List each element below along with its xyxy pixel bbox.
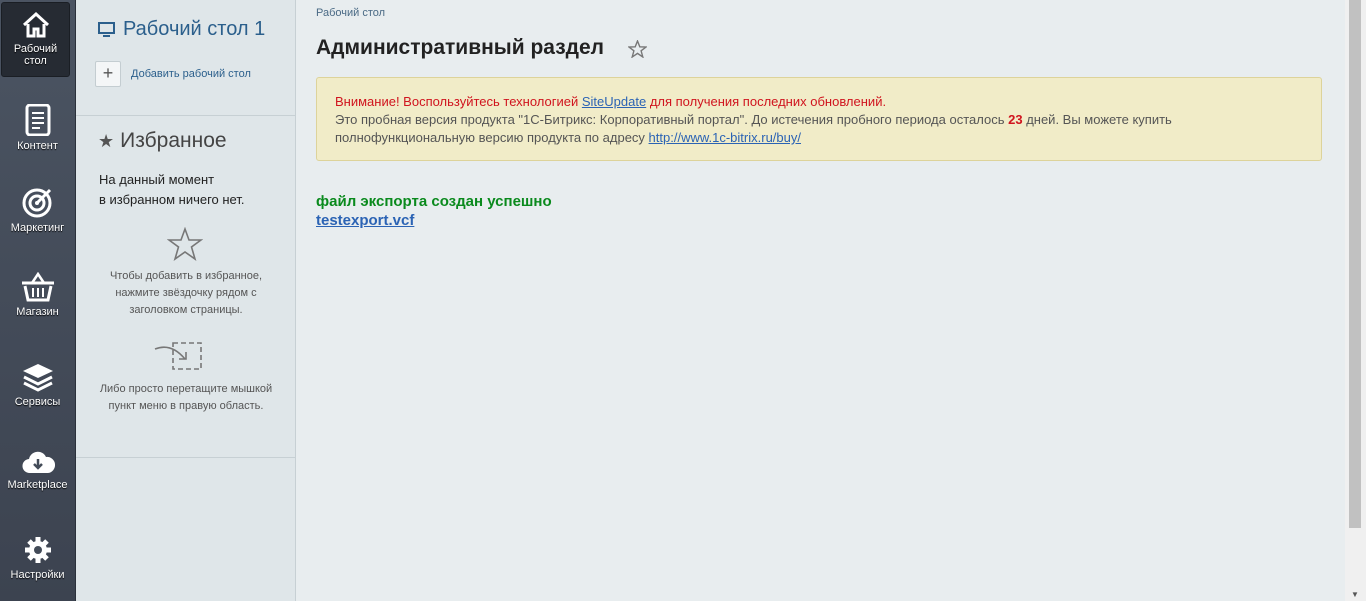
favorites-empty-line1: На данный момент <box>99 172 215 187</box>
export-success-message: файл экспорта создан успешно <box>316 193 552 210</box>
menu-label-marketplace: Marketplace <box>7 479 68 491</box>
favorites-empty-line2: в избранном ничего нет. <box>99 192 245 207</box>
menu-label-settings: Настройки <box>10 569 65 581</box>
notice-warning-prefix: Внимание! Воспользуйтесь технологией <box>335 94 582 109</box>
favorites-title: ★ Избранное <box>98 129 227 153</box>
main-content: Рабочий стол Административный раздел Вни… <box>296 0 1345 601</box>
page-title: Административный раздел <box>316 36 605 59</box>
hint-drag-text: Либо просто перетащите мышкой пункт меню… <box>99 383 273 412</box>
menu-item-desktop[interactable]: Рабочий стол <box>1 2 70 77</box>
favorites-title-text: Избранное <box>120 129 227 152</box>
siteupdate-link[interactable]: SiteUpdate <box>582 94 646 109</box>
hint-star-text: Чтобы добавить в избранное, нажмите звёз… <box>109 270 263 316</box>
target-icon <box>22 188 51 218</box>
notice-trial: Это пробная версия продукта "1С-Битрикс:… <box>335 111 1303 147</box>
menu-label-services: Сервисы <box>14 396 61 408</box>
desktop-title-text: Рабочий стол 1 <box>123 18 266 40</box>
favorite-star-icon[interactable] <box>628 40 647 58</box>
menu-item-marketplace[interactable]: Marketplace <box>0 449 75 491</box>
menu-item-settings[interactable]: Настройки <box>0 535 75 581</box>
notice-warning-suffix: для получения последних обновлений. <box>646 94 887 109</box>
main-menu: Рабочий стол Контент Маркетинг Магазин С… <box>0 0 76 601</box>
menu-item-services[interactable]: Сервисы <box>0 362 75 408</box>
scrollbar[interactable]: ▼ <box>1345 0 1366 601</box>
cloud-download-icon <box>22 451 55 474</box>
star-outline-icon <box>167 227 203 261</box>
drag-icon <box>154 342 202 370</box>
notice-trial-prefix: Это пробная версия продукта "1С-Битрикс:… <box>335 112 1009 127</box>
layers-icon <box>22 364 53 392</box>
divider <box>76 115 295 116</box>
menu-label-content: Контент <box>17 140 58 152</box>
plus-icon[interactable]: + <box>95 61 121 87</box>
notice-trial-days: 23 <box>1008 112 1023 127</box>
monitor-icon <box>98 22 115 37</box>
breadcrumb[interactable]: Рабочий стол <box>316 7 385 19</box>
gear-icon <box>24 537 51 563</box>
star-icon: ★ <box>98 131 115 151</box>
basket-icon <box>21 272 54 302</box>
menu-item-marketing[interactable]: Маркетинг <box>0 186 75 234</box>
menu-label-shop: Магазин <box>16 306 59 318</box>
divider <box>76 457 295 458</box>
menu-label-desktop: Рабочий стол <box>13 43 58 67</box>
export-file-link[interactable]: testexport.vcf <box>316 212 414 229</box>
favorites-empty-text: На данный момент в избранном ничего нет. <box>99 170 244 210</box>
buy-link[interactable]: http://www.1c-bitrix.ru/buy/ <box>649 130 801 145</box>
home-icon <box>22 11 49 38</box>
desktop-panel: Рабочий стол 1 + Добавить рабочий стол ★ И… <box>76 0 296 601</box>
document-icon <box>25 104 50 136</box>
add-desktop[interactable]: + Добавить рабочий стол <box>95 61 251 87</box>
notice-warning: Внимание! Воспользуйтесь технологией Sit… <box>335 93 1303 111</box>
scroll-down-icon[interactable]: ▼ <box>1351 590 1359 599</box>
update-notice: Внимание! Воспользуйтесь технологией Sit… <box>316 77 1322 161</box>
add-desktop-label: Добавить рабочий стол <box>131 67 251 80</box>
desktop-title[interactable]: Рабочий стол 1 <box>98 18 265 41</box>
menu-label-marketing: Маркетинг <box>10 222 65 234</box>
menu-item-shop[interactable]: Магазин <box>0 272 75 318</box>
scrollbar-thumb[interactable] <box>1349 0 1361 528</box>
menu-item-content[interactable]: Контент <box>0 104 75 152</box>
